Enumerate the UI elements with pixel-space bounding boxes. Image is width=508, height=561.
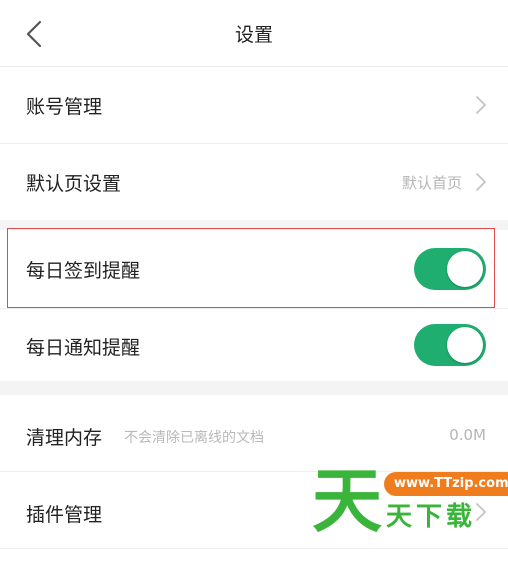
watermark-logo: 天 www.TTzip.com 天下载 <box>312 460 508 542</box>
watermark-text: 天下载 <box>386 502 477 532</box>
clear-cache-hint: 不会清除已离线的文档 <box>124 430 264 446</box>
account-management-label: 账号管理 <box>26 96 103 118</box>
daily-signin-reminder-item: 每日签到提醒 <box>0 230 508 308</box>
account-management-item[interactable]: 账号管理 <box>0 67 508 143</box>
toggle-knob <box>447 251 483 287</box>
page-title: 设置 <box>234 24 273 46</box>
daily-signin-reminder-toggle[interactable] <box>414 248 486 290</box>
default-page-setting-item[interactable]: 默认页设置 默认首页 <box>0 144 508 220</box>
cache-size-value: 0.0M <box>449 426 486 444</box>
chevron-right-icon <box>476 173 486 191</box>
daily-signin-reminder-label: 每日签到提醒 <box>26 260 141 282</box>
divider <box>0 548 508 549</box>
default-page-value: 默认首页 <box>401 174 462 192</box>
daily-notification-reminder-toggle[interactable] <box>414 324 486 366</box>
watermark-big-char: 天 <box>312 460 382 542</box>
default-page-setting-label: 默认页设置 <box>26 173 122 195</box>
header-bar: 设置 <box>0 0 508 67</box>
section-gap <box>0 381 508 395</box>
daily-notification-reminder-item: 每日通知提醒 <box>0 309 508 381</box>
watermark-url: www.TTzip.com <box>384 472 508 496</box>
chevron-right-icon <box>476 96 486 114</box>
section-gap <box>0 220 508 230</box>
plugin-management-label: 插件管理 <box>26 504 103 526</box>
toggle-knob <box>447 327 483 363</box>
daily-notification-reminder-label: 每日通知提醒 <box>26 337 141 359</box>
clear-cache-label: 清理内存 <box>26 427 103 449</box>
clear-cache-item[interactable]: 清理内存 不会清除已离线的文档 0.0M <box>0 395 508 471</box>
